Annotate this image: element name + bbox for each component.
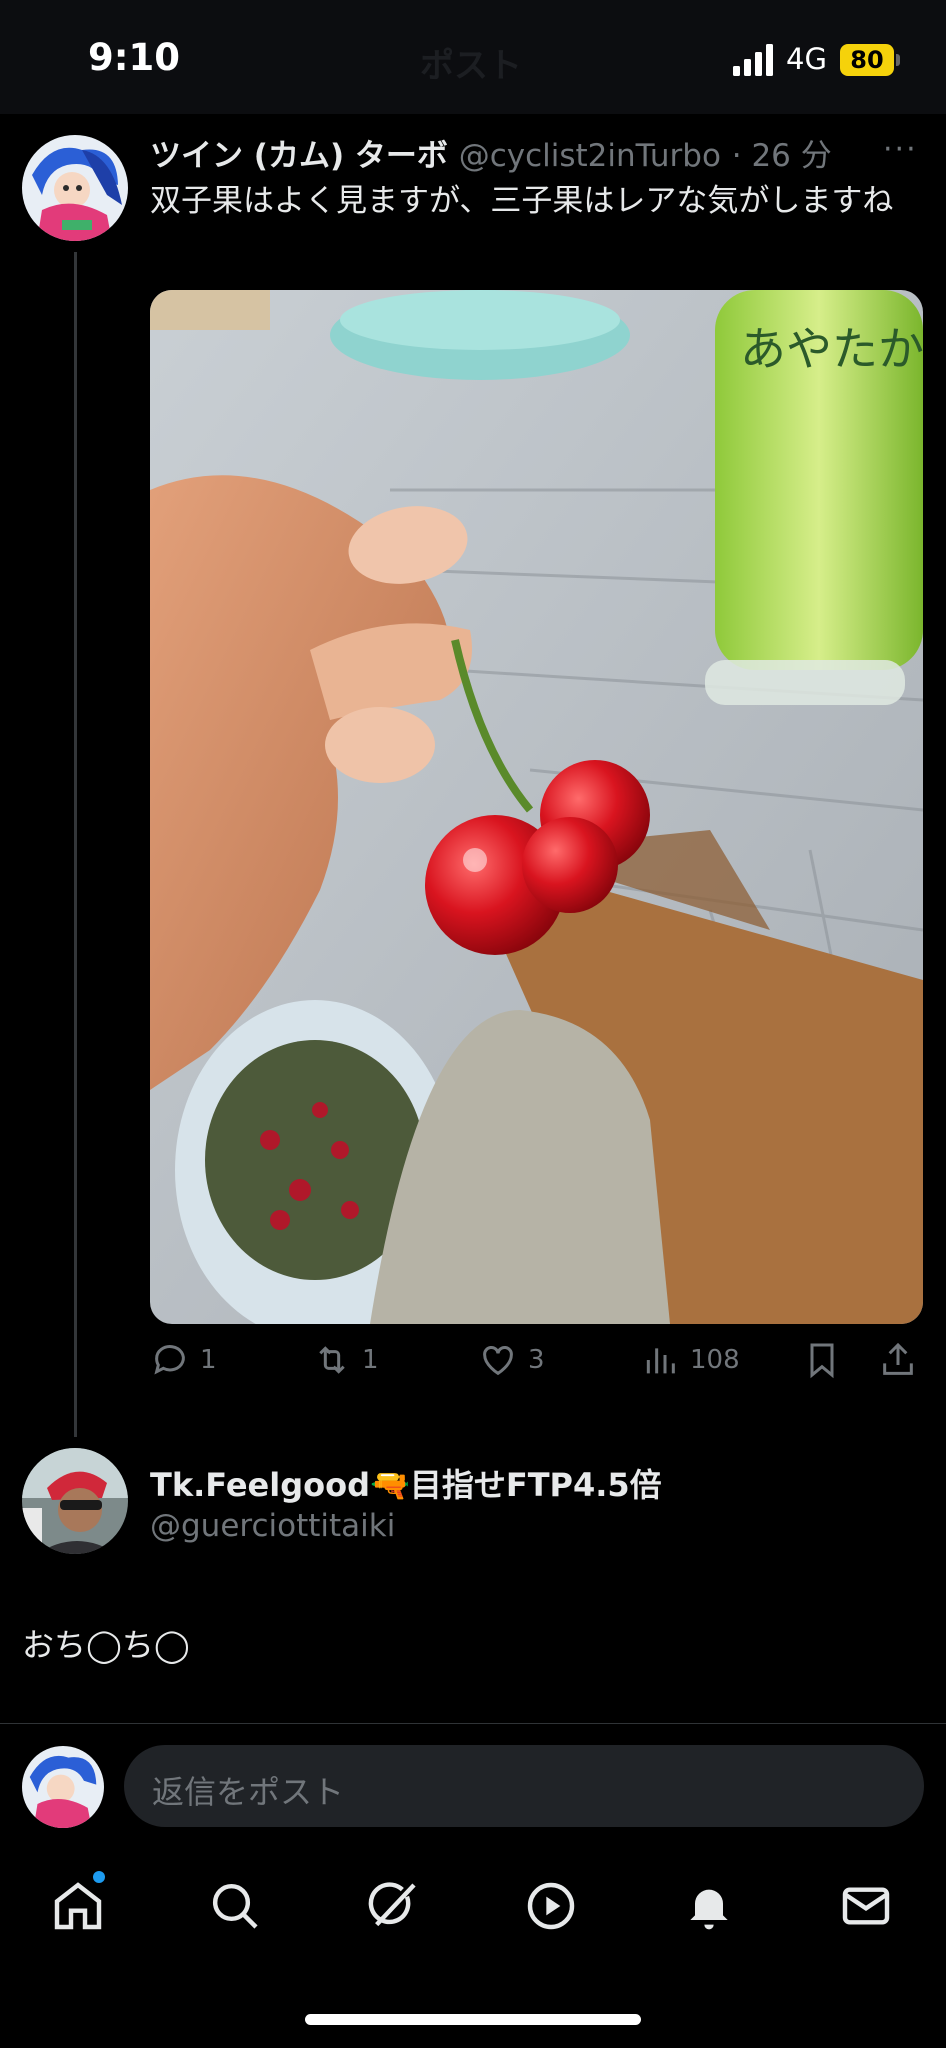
timestamp: · 26 分 [731, 138, 832, 174]
reply-avatar[interactable] [22, 1448, 128, 1554]
header-title-ghost: ポスト [420, 46, 522, 86]
reply-input-placeholder: 返信をポスト [152, 1773, 345, 1811]
thread-line [74, 252, 77, 1437]
tweet-author[interactable]: ツイン (カム) ターボ @cyclist2inTurbo · 26 分 [150, 130, 832, 175]
reply-count: 1 [200, 1345, 217, 1375]
cellular-signal-icon [733, 44, 773, 76]
share-button[interactable] [878, 1340, 918, 1380]
like-count: 3 [528, 1345, 545, 1375]
search-icon[interactable] [207, 1878, 263, 1934]
more-options-button[interactable]: ··· [883, 132, 918, 167]
battery-nub [896, 54, 900, 66]
notifications-icon[interactable] [681, 1878, 737, 1934]
tweet-actions: 1 1 3 108 [150, 1340, 930, 1390]
repost-icon [319, 1346, 345, 1374]
grok-icon[interactable] [365, 1878, 421, 1934]
tweet-photo[interactable]: あやたか 綾鷹 [150, 290, 923, 1324]
tweet-text: 双子果はよく見ますが、三子果はレアな気がしますね [150, 183, 894, 219]
reply-input[interactable]: 返信をポスト [124, 1745, 924, 1827]
view-count: 108 [690, 1345, 740, 1375]
video-icon[interactable] [523, 1878, 579, 1934]
avatar[interactable] [22, 135, 128, 241]
like-button[interactable]: 3 [478, 1340, 545, 1380]
bookmark-icon [810, 1343, 834, 1379]
heart-icon [483, 1346, 513, 1376]
repost-button[interactable]: 1 [312, 1340, 379, 1380]
divider [0, 1723, 946, 1724]
battery-icon: 80 [840, 44, 894, 76]
views-icon [646, 1348, 675, 1374]
reply-author-handle[interactable]: @guerciottitaiki [150, 1508, 395, 1544]
status-time: 9:10 [88, 36, 181, 79]
reply-author-name[interactable]: Tk.Feelgood🔫目指せFTP4.5倍 [150, 1460, 662, 1506]
reply-text: おち◯ち◯ [22, 1626, 190, 1664]
reply-icon [154, 1345, 185, 1375]
reply-button[interactable]: 1 [150, 1340, 217, 1380]
home-icon[interactable] [50, 1878, 106, 1934]
display-name[interactable]: ツイン (カム) ターボ [150, 138, 448, 174]
compose-avatar[interactable] [22, 1746, 104, 1828]
views-button[interactable]: 108 [640, 1340, 740, 1380]
bookmark-button[interactable] [802, 1340, 842, 1380]
repost-count: 1 [362, 1345, 379, 1375]
bottle-label: あやたか 綾鷹 [740, 322, 923, 376]
messages-icon[interactable] [838, 1878, 894, 1934]
network-type: 4G [786, 42, 827, 76]
home-indicator [305, 2014, 641, 2025]
handle[interactable]: @cyclist2inTurbo [459, 138, 721, 174]
share-icon [883, 1342, 913, 1375]
